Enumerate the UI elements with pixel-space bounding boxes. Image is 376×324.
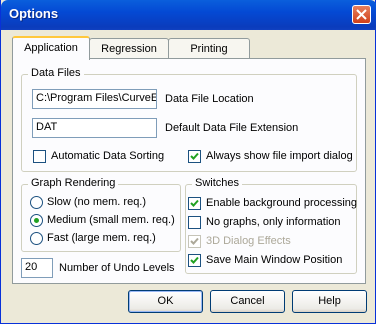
tab-printing[interactable]: Printing (168, 38, 250, 60)
graph-rendering-group-label: Graph Rendering (28, 177, 119, 189)
checkmark-icon (190, 256, 199, 264)
switches-group-label: Switches (192, 177, 243, 189)
radio-medium-label: Medium (small mem. req.) (47, 214, 175, 226)
checkmark-icon (190, 152, 199, 160)
options-dialog: Options Application Regression Printing … (0, 0, 376, 324)
checkmark-icon (190, 237, 199, 245)
help-button[interactable]: Help (292, 290, 367, 313)
save-window-position-checkbox[interactable] (188, 254, 201, 267)
save-window-position-label: Save Main Window Position (206, 254, 343, 266)
data-file-extension-label: Default Data File Extension (165, 122, 299, 134)
import-dialog-checkbox[interactable] (188, 150, 201, 163)
import-dialog-label: Always show file import dialog (206, 150, 353, 162)
close-icon (356, 9, 367, 20)
data-file-extension-input[interactable]: DAT (32, 118, 157, 138)
cancel-button[interactable]: Cancel (210, 290, 285, 313)
data-file-location-input[interactable]: C:\Program Files\CurveE (32, 89, 157, 109)
tab-regression[interactable]: Regression (89, 38, 169, 60)
close-button[interactable] (352, 5, 371, 24)
radio-fast-label: Fast (large mem. req.) (47, 232, 156, 244)
background-processing-checkbox[interactable] (188, 197, 201, 210)
3d-dialog-effects-label: 3D Dialog Effects (206, 235, 291, 247)
radio-slow-label: Slow (no mem. req.) (47, 196, 147, 208)
undo-levels-input[interactable]: 20 (21, 258, 53, 278)
no-graphs-checkbox[interactable] (188, 216, 201, 229)
tab-application[interactable]: Application (12, 36, 90, 60)
dialog-title: Options (9, 6, 59, 21)
3d-dialog-effects-checkbox (188, 235, 201, 248)
ok-button[interactable]: OK (128, 290, 203, 313)
no-graphs-label: No graphs, only information (206, 216, 341, 228)
undo-levels-label: Number of Undo Levels (59, 262, 175, 274)
auto-sort-label: Automatic Data Sorting (51, 150, 165, 162)
radio-medium[interactable] (30, 214, 43, 227)
radio-selected-dot (34, 218, 39, 223)
auto-sort-checkbox[interactable] (33, 150, 46, 163)
background-processing-label: Enable background processing (206, 197, 358, 209)
data-files-group-label: Data Files (28, 67, 84, 79)
checkmark-icon (190, 199, 199, 207)
radio-slow[interactable] (30, 196, 43, 209)
data-file-location-label: Data File Location (165, 93, 254, 105)
title-bar[interactable]: Options (1, 0, 376, 30)
radio-fast[interactable] (30, 232, 43, 245)
